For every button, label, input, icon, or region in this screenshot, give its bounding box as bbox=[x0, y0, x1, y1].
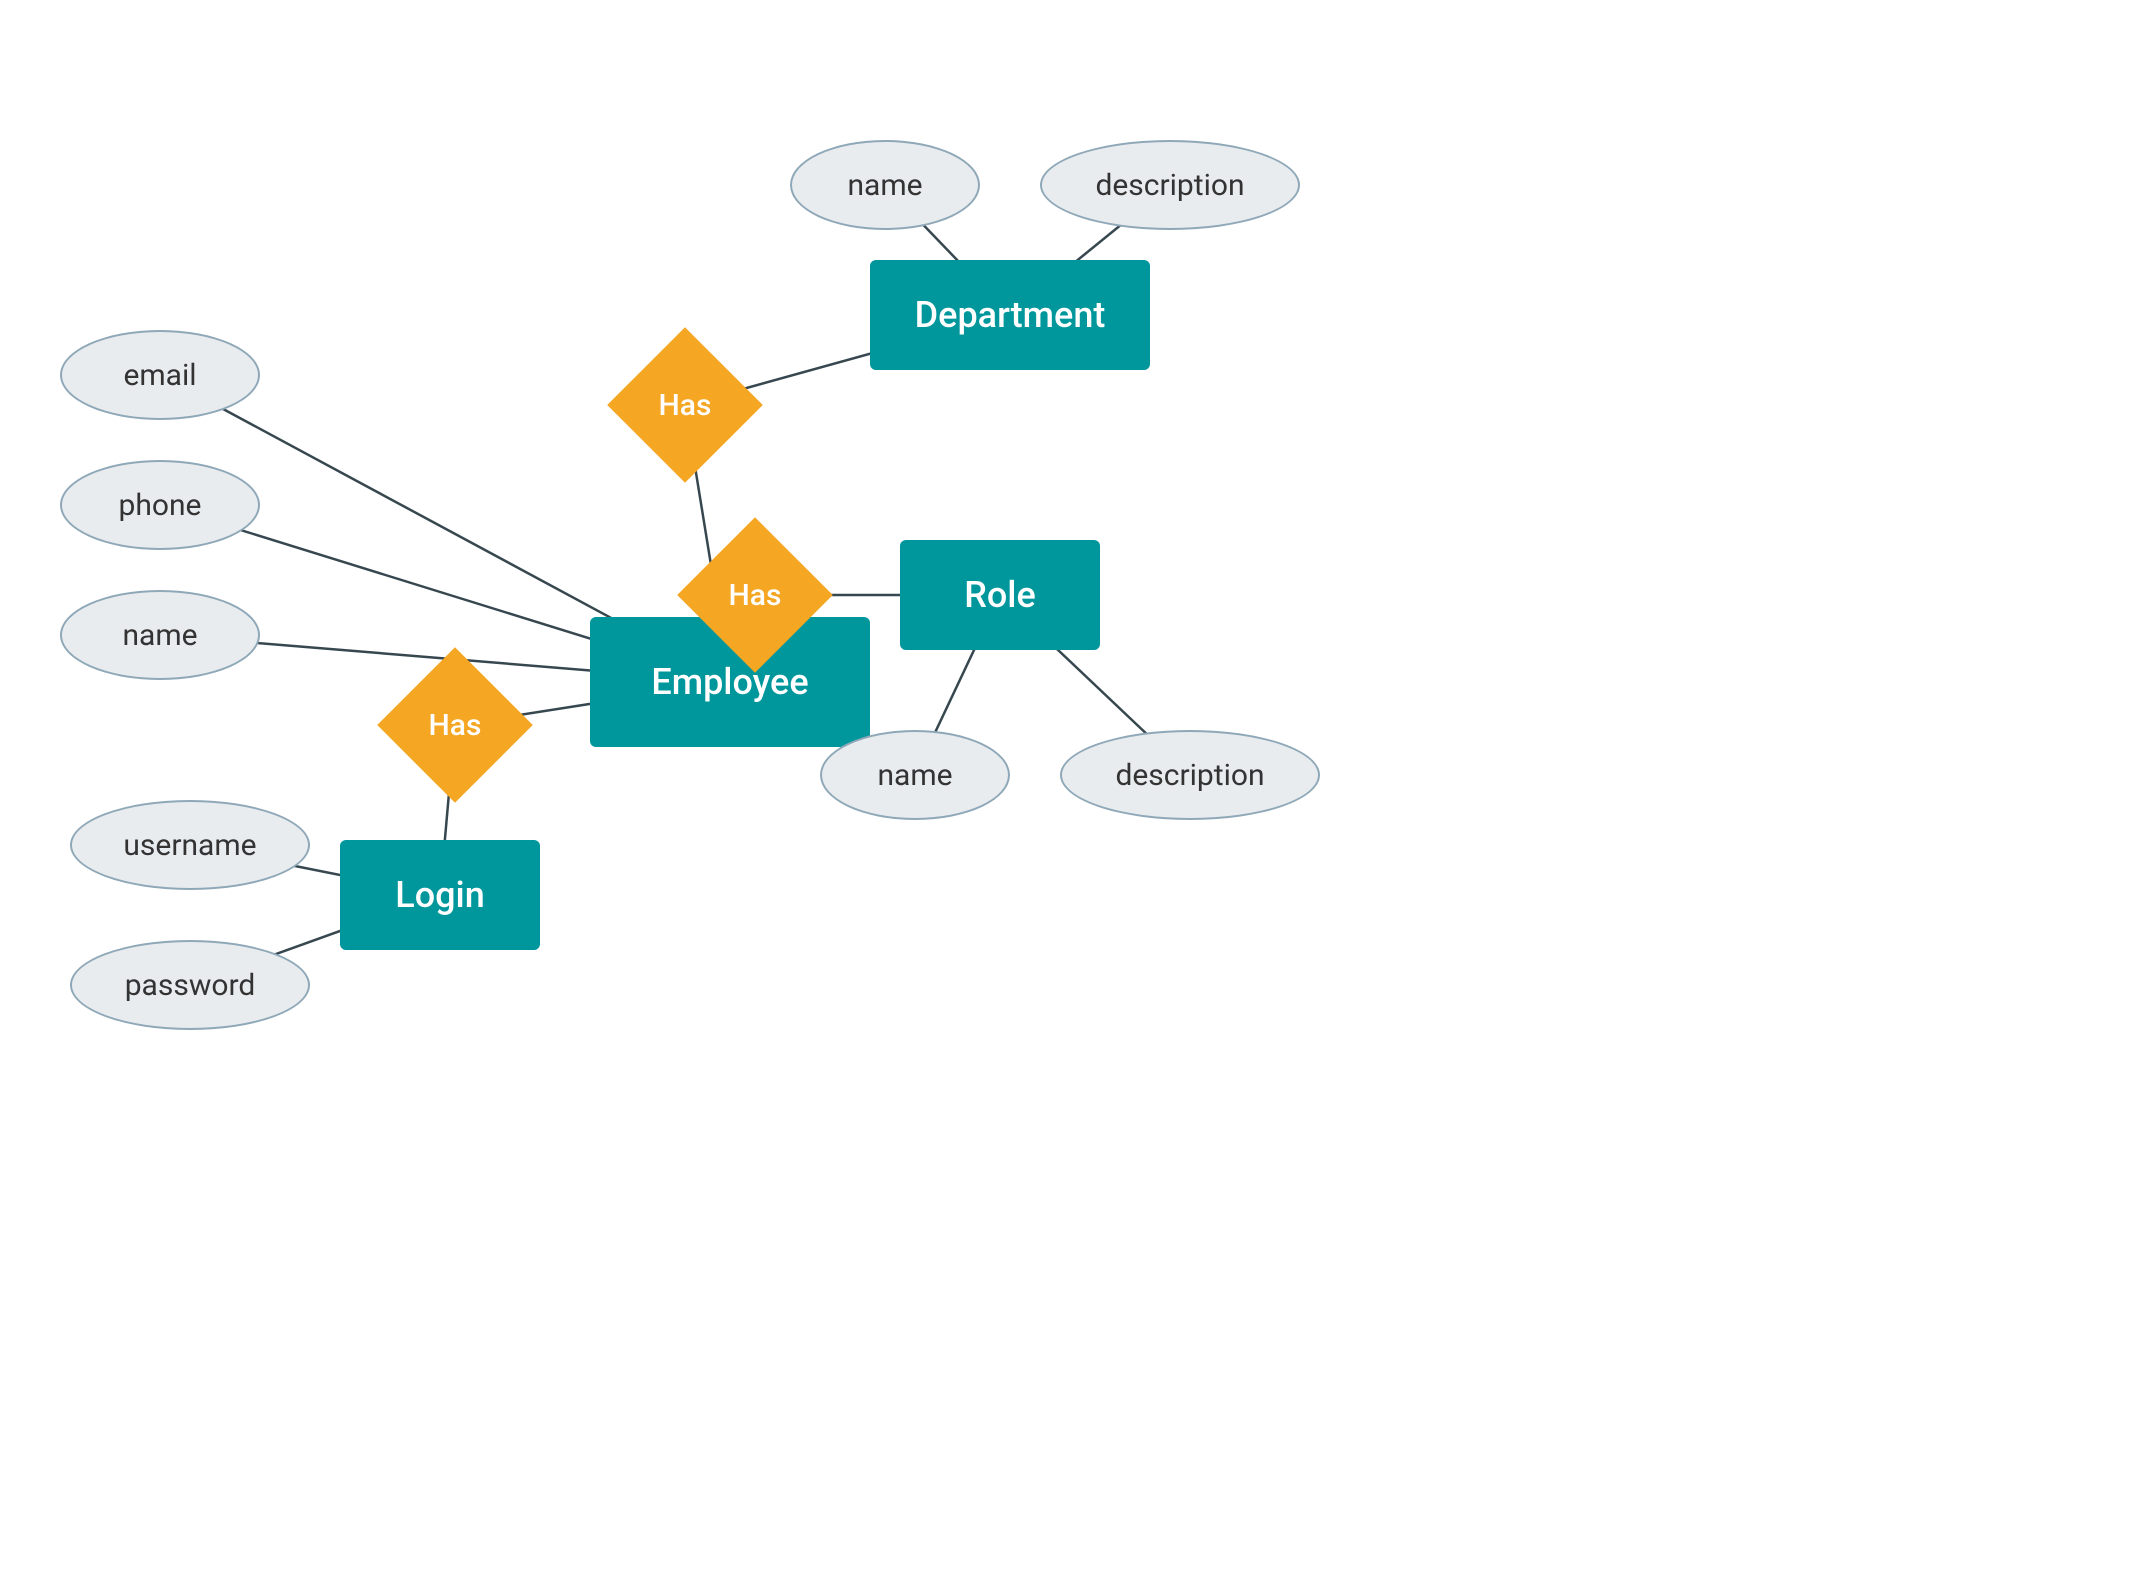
attribute-name-role: name bbox=[820, 730, 1010, 820]
attribute-description-role: description bbox=[1060, 730, 1320, 820]
attribute-phone: phone bbox=[60, 460, 260, 550]
entity-login: Login bbox=[340, 840, 540, 950]
attribute-description-department: description bbox=[1040, 140, 1300, 230]
attribute-email: email bbox=[60, 330, 260, 420]
attribute-name-employee: name bbox=[60, 590, 260, 680]
attribute-password: password bbox=[70, 940, 310, 1030]
entity-department: Department bbox=[870, 260, 1150, 370]
attribute-name-department: name bbox=[790, 140, 980, 230]
entity-role: Role bbox=[900, 540, 1100, 650]
attribute-username: username bbox=[70, 800, 310, 890]
